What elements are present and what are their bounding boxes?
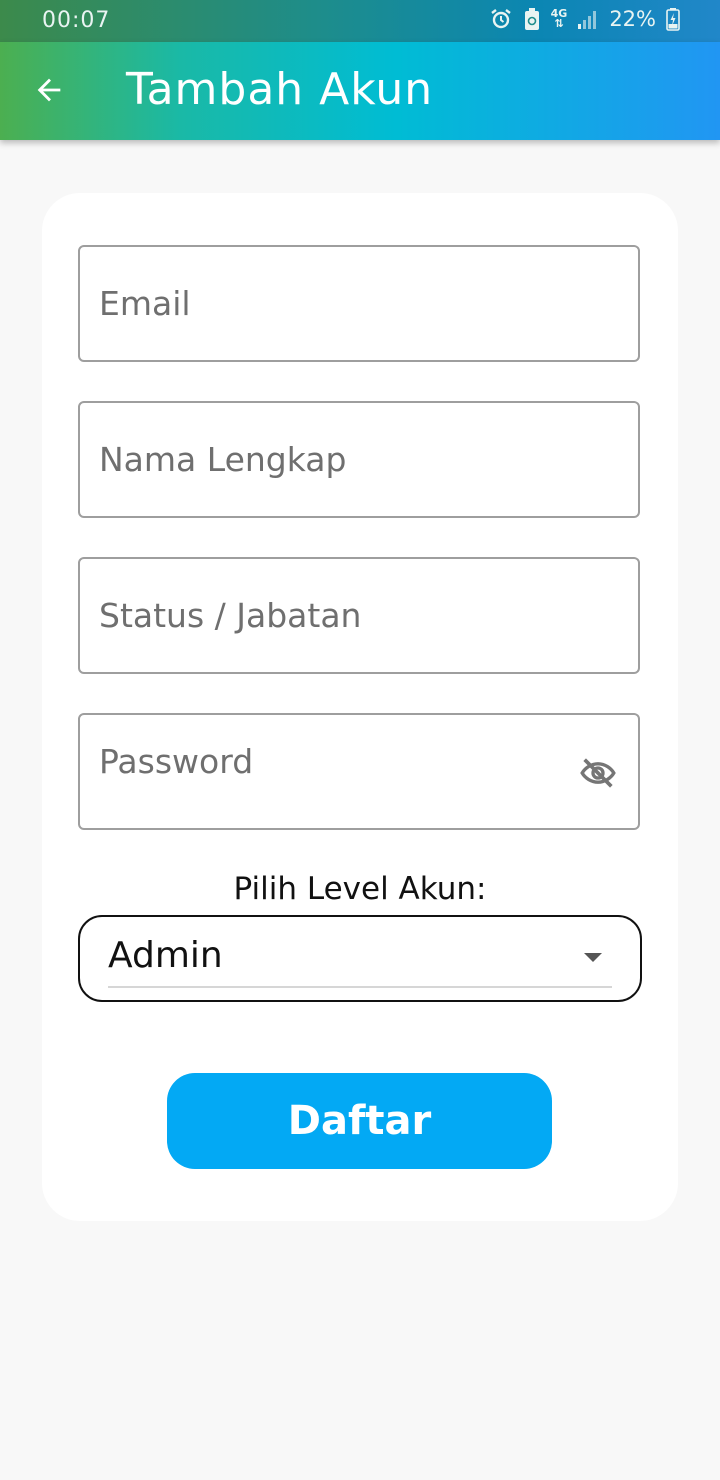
alarm-icon bbox=[489, 7, 513, 31]
caret-down-icon bbox=[584, 953, 602, 962]
account-level-value: Admin bbox=[108, 935, 223, 976]
fullname-field-container bbox=[78, 401, 640, 518]
app-bar: Tambah Akun bbox=[0, 42, 720, 140]
account-level-label: Pilih Level Akun: bbox=[233, 871, 487, 907]
status-bar: 00:07 4G ⇅ 22% bbox=[0, 0, 720, 42]
battery-charging-icon bbox=[666, 7, 680, 31]
battery-saver-icon bbox=[523, 7, 541, 31]
position-field-container bbox=[78, 557, 640, 674]
status-icons: 4G ⇅ 22% bbox=[489, 7, 680, 31]
signal-icon bbox=[577, 7, 599, 31]
select-underline bbox=[108, 986, 612, 988]
eye-off-icon bbox=[578, 753, 618, 797]
position-input[interactable] bbox=[99, 559, 559, 672]
status-time: 00:07 bbox=[42, 8, 111, 33]
back-button[interactable] bbox=[24, 67, 74, 117]
fullname-input[interactable] bbox=[99, 403, 559, 516]
register-button[interactable]: Daftar bbox=[167, 1073, 552, 1169]
email-input[interactable] bbox=[99, 247, 559, 360]
network-4g-icon: 4G ⇅ bbox=[551, 8, 568, 30]
password-input[interactable] bbox=[99, 705, 559, 818]
email-field-container bbox=[78, 245, 640, 362]
battery-percent: 22% bbox=[609, 7, 656, 31]
data-arrows: ⇅ bbox=[554, 17, 564, 30]
arrow-left-icon bbox=[32, 73, 66, 111]
account-level-select[interactable]: Admin bbox=[78, 915, 642, 1002]
register-form-card: Pilih Level Akun: Admin Daftar bbox=[42, 193, 678, 1221]
password-visibility-toggle[interactable] bbox=[576, 755, 620, 795]
page-title: Tambah Akun bbox=[126, 64, 434, 115]
password-field-container bbox=[78, 705, 640, 830]
